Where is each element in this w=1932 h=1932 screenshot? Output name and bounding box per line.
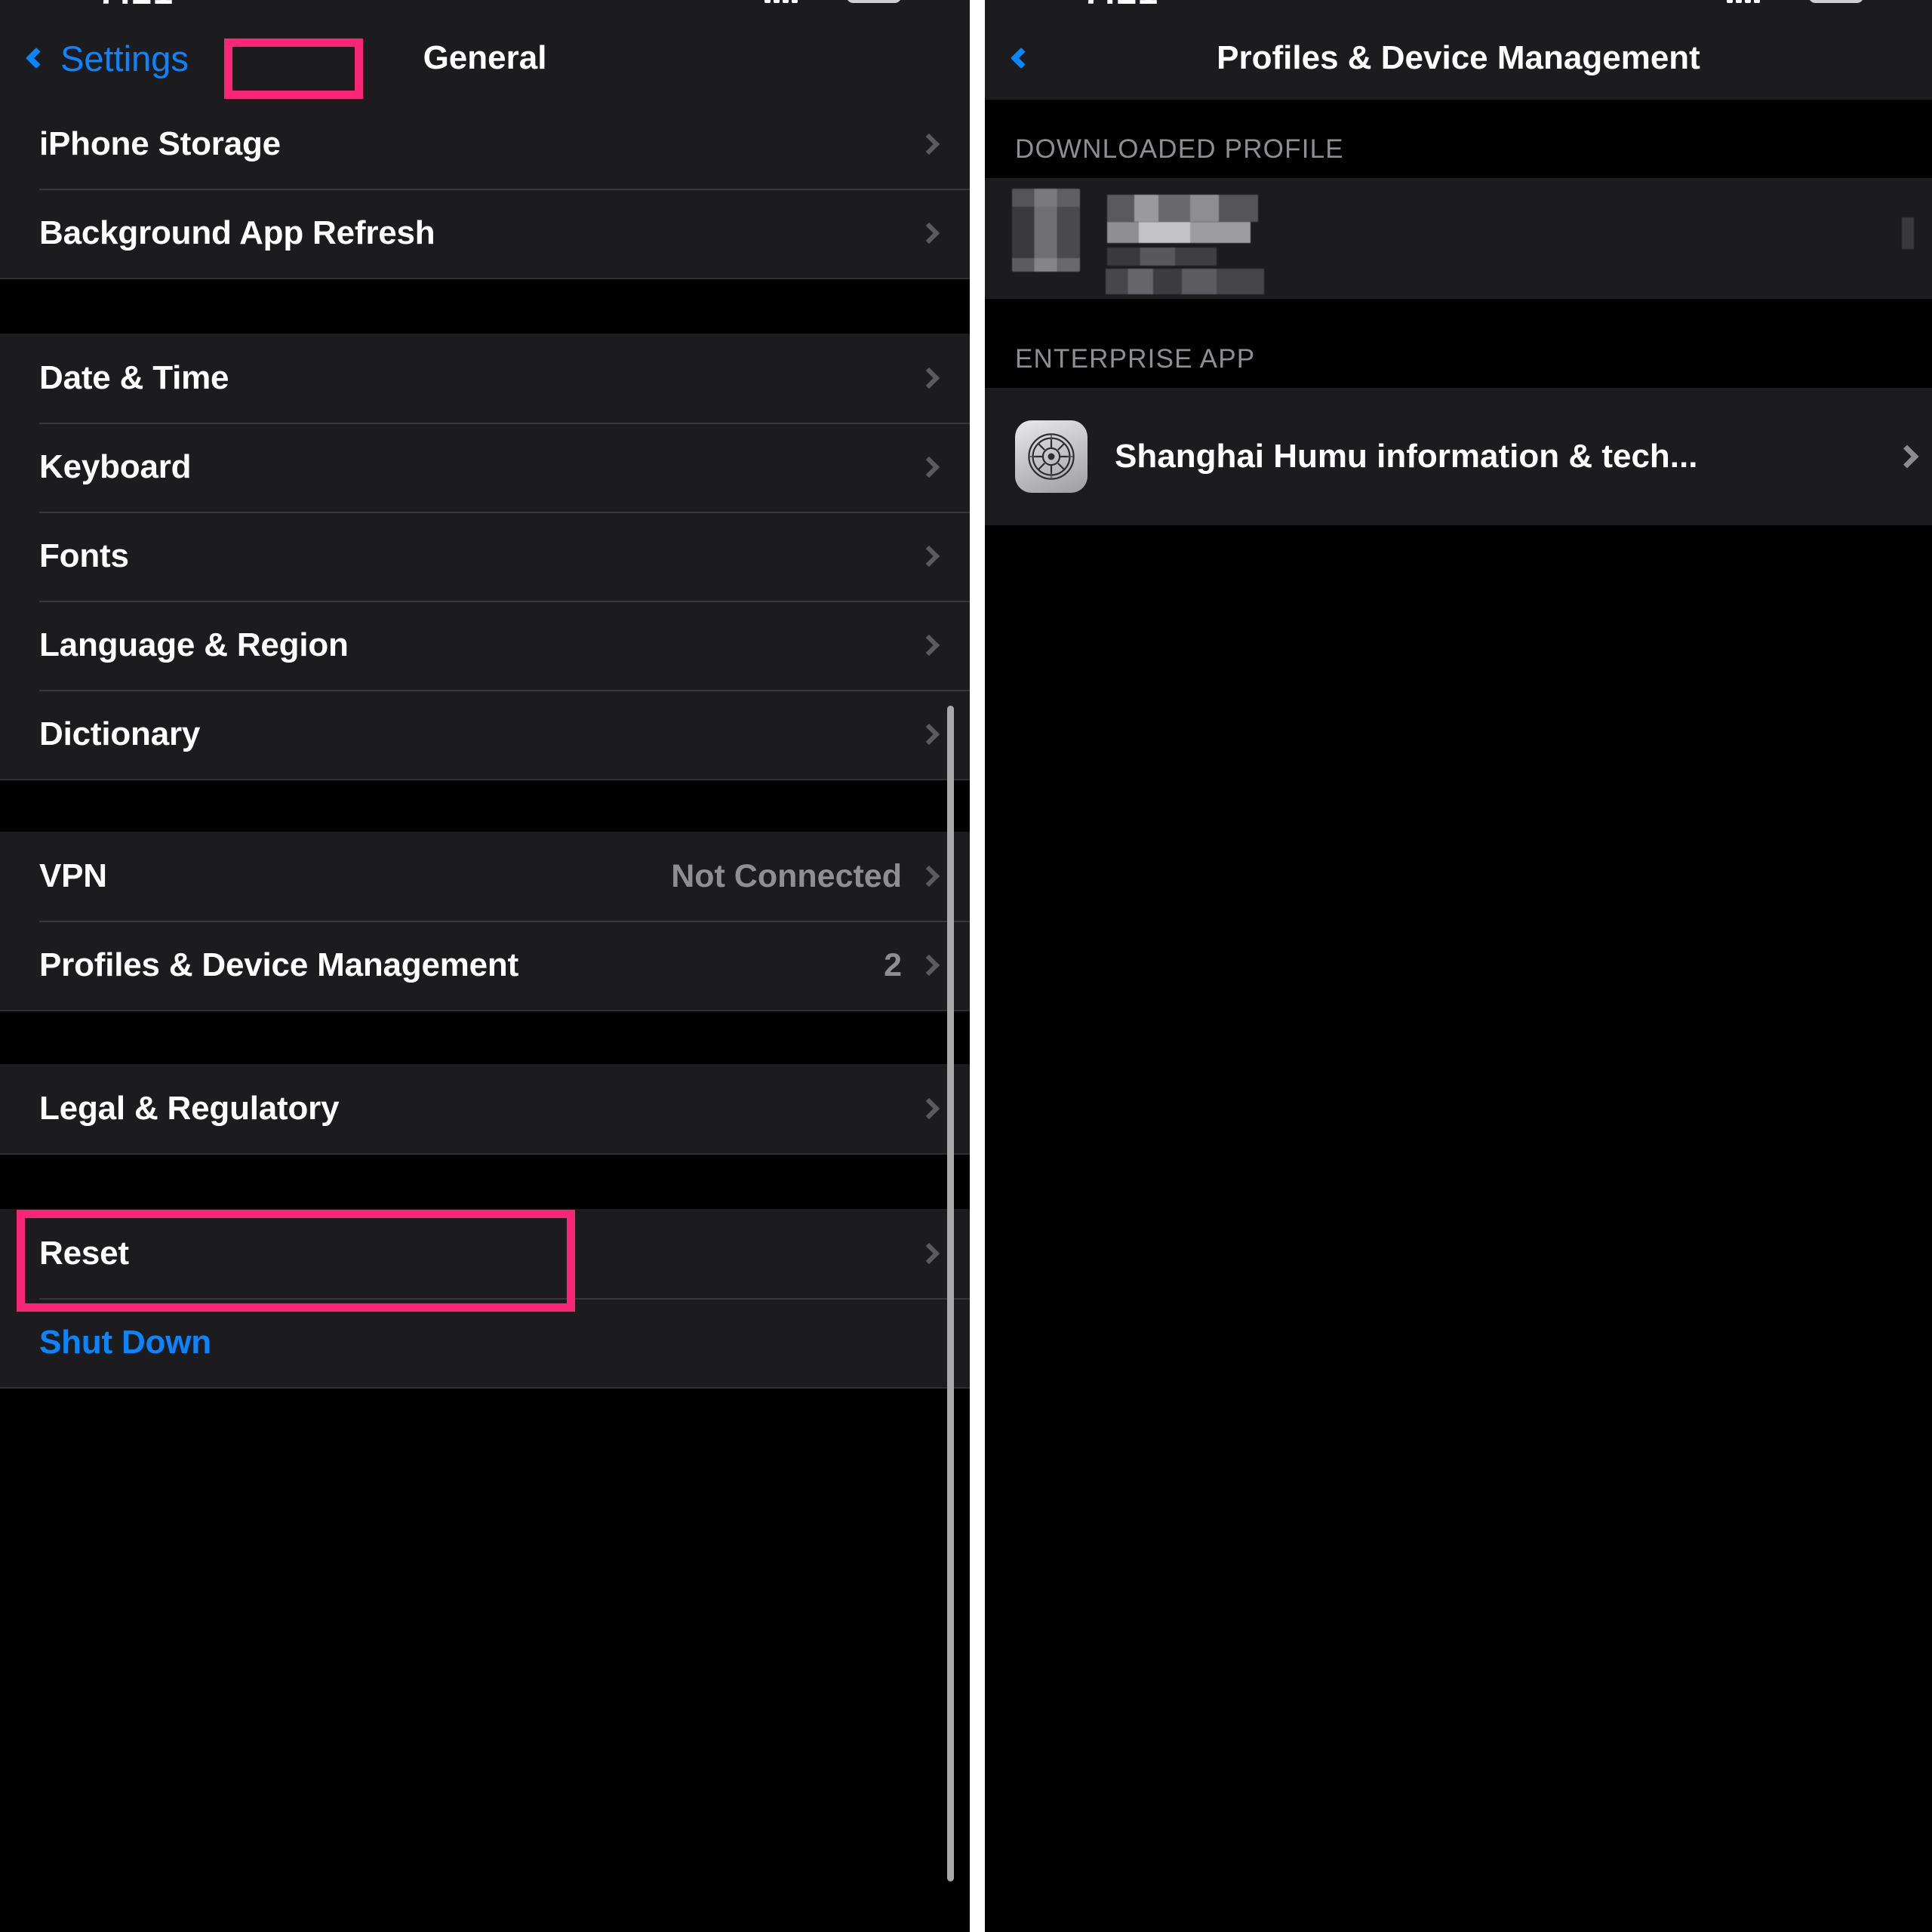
group-gap bbox=[0, 278, 970, 334]
redacted-profile-text-line bbox=[1107, 222, 1251, 243]
status-bar-indicators bbox=[1727, 0, 1864, 3]
chevron-right-icon bbox=[918, 723, 940, 746]
chevron-left-icon bbox=[25, 47, 48, 69]
bottom-gap bbox=[0, 1387, 970, 1523]
chevron-right-icon bbox=[918, 1242, 940, 1265]
vertical-scrollbar[interactable] bbox=[947, 706, 954, 1881]
chevron-right-icon bbox=[918, 1097, 940, 1120]
cellular-signal-icon bbox=[1727, 0, 1760, 3]
vpn-status-value: Not Connected bbox=[671, 857, 902, 894]
profiles-count-badge: 2 bbox=[884, 946, 902, 983]
settings-group-vpn-profiles: VPN Not Connected Profiles & Device Mana… bbox=[0, 832, 970, 1010]
battery-icon bbox=[846, 0, 902, 3]
enterprise-app-name: Shanghai Humu information & tech... bbox=[1115, 438, 1698, 475]
left-nav-bar: Settings General bbox=[0, 17, 970, 100]
status-bar-indicators bbox=[764, 0, 902, 3]
chevron-right-icon bbox=[918, 634, 940, 657]
sidebar-item-background-app-refresh[interactable]: Background App Refresh bbox=[0, 189, 970, 278]
section-header-enterprise-app: ENTERPRISE APP bbox=[985, 299, 1932, 388]
sidebar-item-legal-regulatory[interactable]: Legal & Regulatory bbox=[0, 1064, 970, 1153]
sidebar-item-profiles-device-management[interactable]: Profiles & Device Management 2 bbox=[0, 921, 970, 1010]
row-label: Profiles & Device Management bbox=[39, 946, 519, 983]
row-label: Background App Refresh bbox=[39, 214, 435, 251]
sidebar-item-dictionary[interactable]: Dictionary bbox=[0, 690, 970, 779]
enterprise-app-row[interactable]: Shanghai Humu information & tech... bbox=[985, 388, 1932, 525]
group-gap bbox=[0, 1153, 970, 1209]
wifi-icon bbox=[1769, 0, 1799, 3]
row-label: iPhone Storage bbox=[39, 125, 281, 162]
sidebar-item-shut-down[interactable]: Shut Down bbox=[0, 1298, 970, 1387]
status-bar: 7:21 bbox=[0, 0, 970, 17]
status-bar-time: 7:21 bbox=[1083, 0, 1158, 13]
status-bar-time: 7:21 bbox=[98, 0, 174, 13]
sidebar-item-date-time[interactable]: Date & Time bbox=[0, 334, 970, 423]
row-label: VPN bbox=[39, 857, 107, 894]
left-phone-screen: 7:21 Settings General iPhone Storage Bac bbox=[0, 0, 970, 1932]
chevron-right-icon bbox=[918, 222, 940, 245]
row-label: Dictionary bbox=[39, 715, 201, 752]
redacted-profile-text-line bbox=[1107, 248, 1217, 266]
group-gap bbox=[0, 1010, 970, 1064]
chevron-right-icon bbox=[1895, 445, 1919, 469]
cellular-signal-icon bbox=[764, 0, 798, 3]
settings-group-storage: iPhone Storage Background App Refresh bbox=[0, 100, 970, 278]
downloaded-profile-row[interactable] bbox=[985, 178, 1932, 299]
row-label: Legal & Regulatory bbox=[39, 1090, 340, 1127]
row-label: Shut Down bbox=[39, 1324, 211, 1361]
redacted-profile-text-line bbox=[1107, 195, 1258, 222]
row-label: Fonts bbox=[39, 537, 129, 574]
right-page-title: Profiles & Device Management bbox=[1217, 39, 1700, 76]
sidebar-item-vpn[interactable]: VPN Not Connected bbox=[0, 832, 970, 921]
status-bar: 7:21 bbox=[985, 0, 1932, 17]
redacted-profile-avatar bbox=[1012, 189, 1080, 272]
settings-group-localization: Date & Time Keyboard Fonts Language & Re… bbox=[0, 334, 970, 779]
sidebar-item-iphone-storage[interactable]: iPhone Storage bbox=[0, 100, 970, 189]
sidebar-item-language-region[interactable]: Language & Region bbox=[0, 601, 970, 690]
chevron-right-icon bbox=[918, 545, 940, 568]
settings-group-legal: Legal & Regulatory bbox=[0, 1064, 970, 1153]
gear-app-icon bbox=[1015, 420, 1088, 493]
sidebar-item-reset[interactable]: Reset bbox=[0, 1209, 970, 1298]
group-gap bbox=[0, 779, 970, 832]
chevron-right-icon bbox=[918, 133, 940, 155]
redacted-profile-text-line bbox=[1106, 269, 1264, 294]
wifi-icon bbox=[807, 0, 837, 3]
sidebar-item-fonts[interactable]: Fonts bbox=[0, 512, 970, 601]
back-button-label: Settings bbox=[60, 38, 189, 78]
row-label: Language & Region bbox=[39, 626, 349, 663]
row-label: Date & Time bbox=[39, 359, 229, 396]
chevron-right-icon bbox=[918, 367, 940, 389]
settings-group-reset: Reset Shut Down bbox=[0, 1209, 970, 1387]
row-label: Reset bbox=[39, 1235, 129, 1272]
sidebar-item-keyboard[interactable]: Keyboard bbox=[0, 423, 970, 512]
right-nav-bar: Profiles & Device Management bbox=[985, 17, 1932, 100]
section-header-downloaded-profile: DOWNLOADED PROFILE bbox=[985, 100, 1932, 178]
row-label: Keyboard bbox=[39, 448, 192, 485]
back-to-settings-button[interactable]: Settings bbox=[25, 38, 189, 79]
battery-icon bbox=[1808, 0, 1864, 3]
chevron-right-icon bbox=[918, 456, 940, 478]
chevron-right-icon bbox=[1902, 217, 1914, 249]
screenshot-stage: 7:21 Settings General iPhone Storage Bac bbox=[0, 0, 1932, 1932]
chevron-right-icon bbox=[918, 954, 940, 977]
right-phone-screen: 7:21 Profiles & Device Management DOWNLO… bbox=[985, 0, 1932, 1932]
chevron-right-icon bbox=[918, 865, 940, 888]
